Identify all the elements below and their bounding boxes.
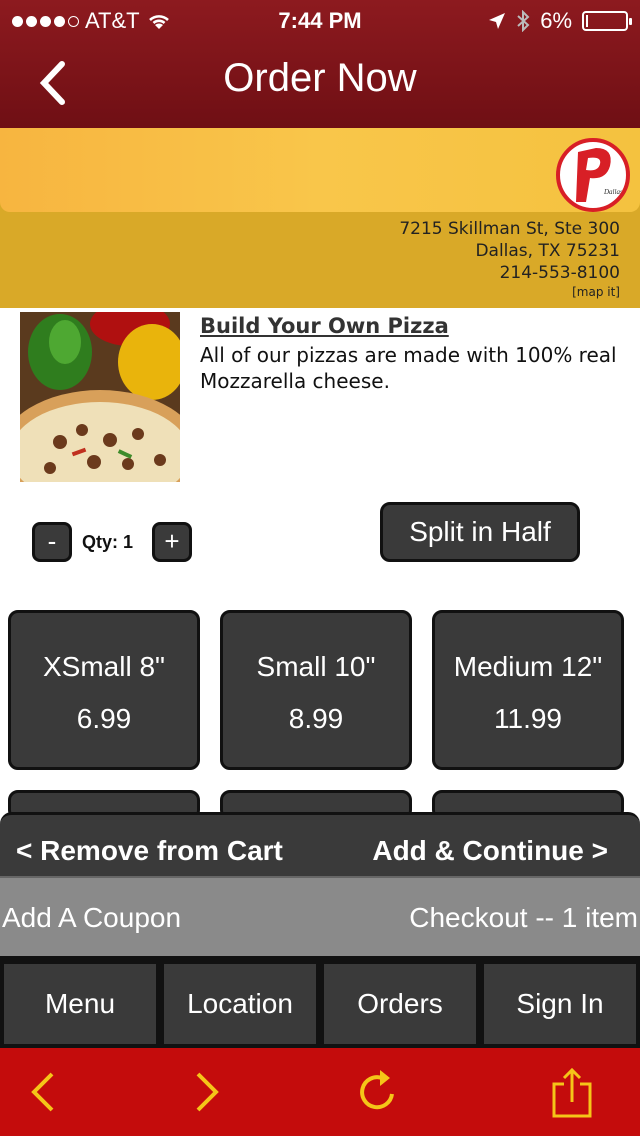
size-name: Small 10" [256,651,376,682]
status-bar: AT&T 7:44 PM 6% [0,0,640,40]
restaurant-address: 7215 Skillman St, Ste 300 Dallas, TX 752… [399,218,620,300]
chevron-right-icon[interactable] [180,1066,232,1118]
banner-glow [0,128,640,212]
size-price: 11.99 [494,703,562,734]
qty-plus-button[interactable]: + [152,522,192,562]
browser-toolbar [0,1048,640,1136]
chevron-left-icon[interactable] [18,1066,70,1118]
size-button-small[interactable]: Small 10" 8.99 [220,610,412,770]
item-title-link[interactable]: Build Your Own Pizza [200,314,449,338]
tab-orders[interactable]: Orders [324,964,476,1044]
page-title: Order Now [223,56,417,100]
address-line2: Dallas, TX 75231 [475,241,620,261]
restaurant-logo: Dallas Style Pizza [556,138,630,212]
qty-minus-button[interactable]: - [32,522,72,562]
top-bar: AT&T 7:44 PM 6% Order Now [0,0,640,128]
add-coupon-button[interactable]: Add A Coupon [2,902,181,934]
tab-bar: Menu Location Orders Sign In [0,956,640,1048]
address-line1: 7215 Skillman St, Ste 300 [399,219,620,239]
status-right: 6% [488,8,632,34]
logo-text: Dallas Style Pizza [603,188,626,196]
cart-bar: < Remove from Cart Add & Continue > [0,812,640,876]
tab-location[interactable]: Location [164,964,316,1044]
coupon-bar: Add A Coupon Checkout -- 1 item [0,876,640,956]
size-button-xsmall[interactable]: XSmall 8" 6.99 [8,610,200,770]
battery-percent: 6% [540,8,572,33]
item-description: All of our pizzas are made with 100% rea… [200,343,617,393]
tab-menu[interactable]: Menu [4,964,156,1044]
share-icon[interactable] [546,1066,598,1118]
size-button-medium[interactable]: Medium 12" 11.99 [432,610,624,770]
qty-label: Qty: 1 [82,532,134,552]
location-arrow-icon [489,13,506,29]
checkout-button[interactable]: Checkout -- 1 item [409,902,638,934]
reload-icon[interactable] [352,1066,404,1118]
remove-from-cart-button[interactable]: < Remove from Cart [16,835,283,867]
size-name: Medium 12" [453,651,603,682]
size-price: 8.99 [288,703,344,734]
phone-link[interactable]: 214-553-8100 [399,262,620,284]
map-link[interactable]: [map it] [399,284,620,300]
tab-sign-in[interactable]: Sign In [484,964,636,1044]
size-price: 6.99 [76,703,132,734]
split-in-half-button[interactable]: Split in Half [380,502,580,562]
battery-icon [582,11,632,31]
bluetooth-icon [517,10,530,32]
battery-fill [586,15,588,27]
size-name: XSmall 8" [43,651,165,682]
pizza-image [20,312,180,482]
add-continue-button[interactable]: Add & Continue > [372,835,608,867]
